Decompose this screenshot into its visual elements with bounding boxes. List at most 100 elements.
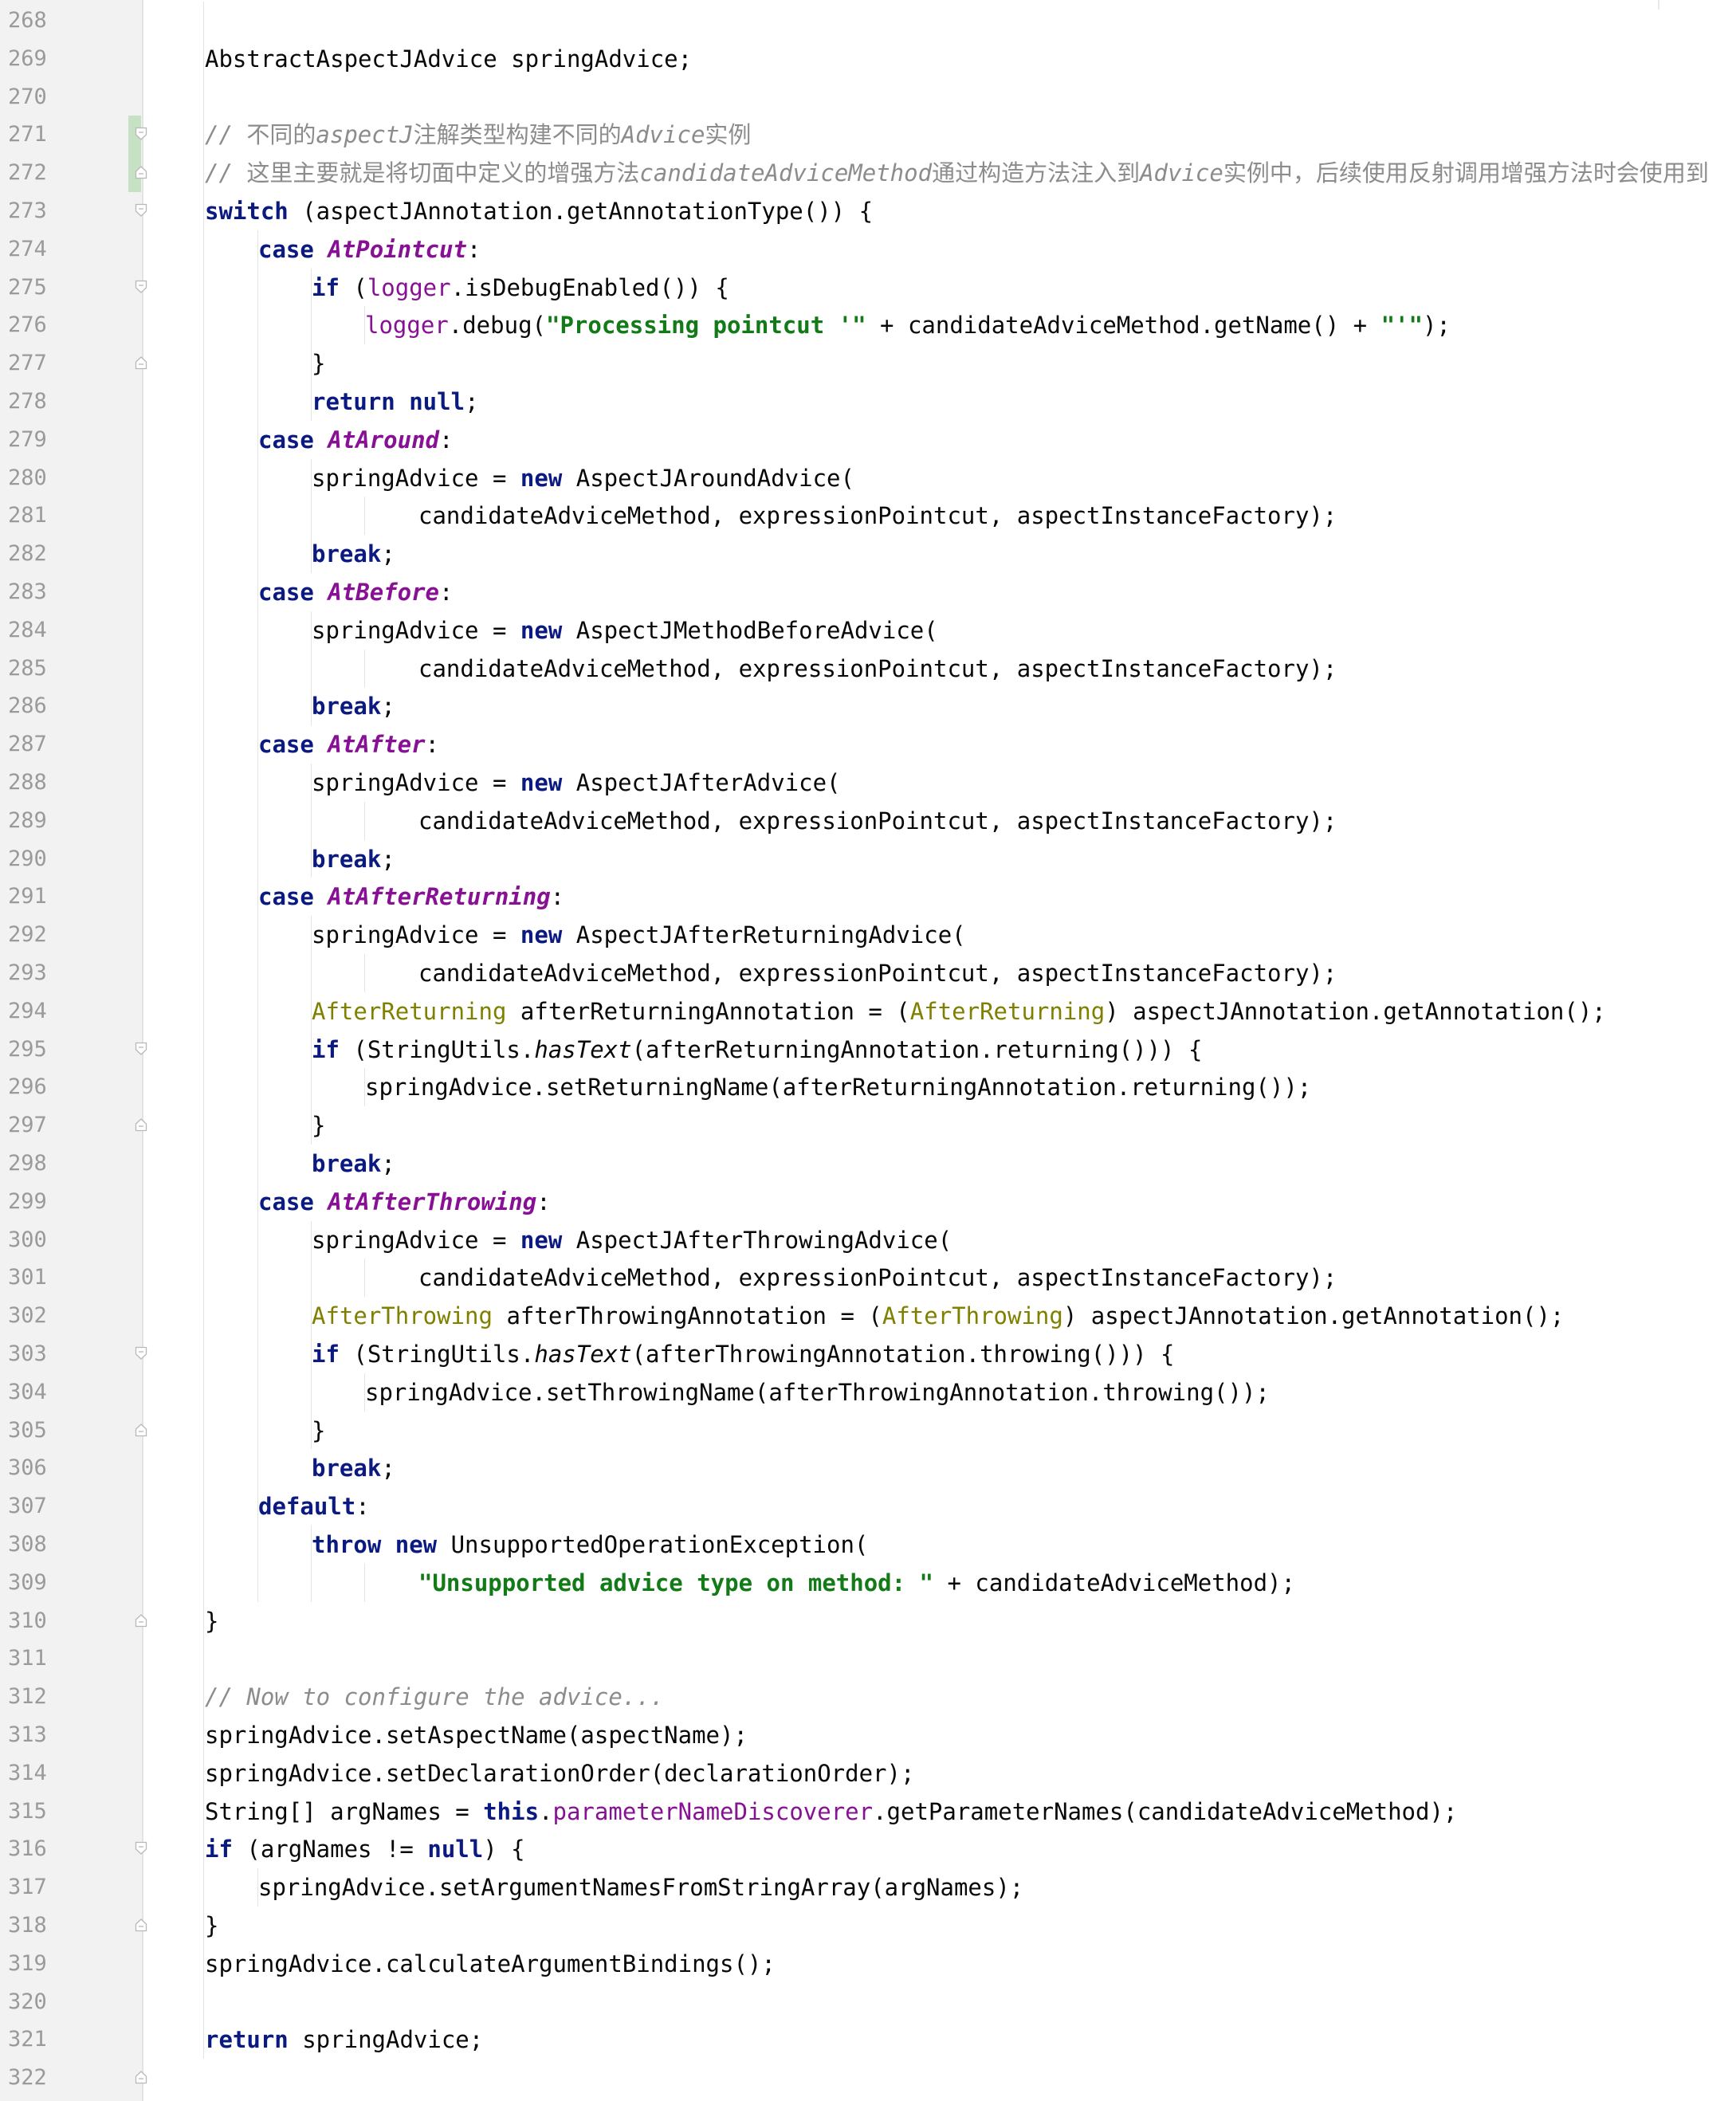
code-text[interactable]: break; (312, 1449, 395, 1487)
line-number[interactable]: 319 (8, 1945, 47, 1983)
line-number[interactable]: 286 (8, 687, 47, 725)
line-number[interactable]: 310 (8, 1602, 47, 1640)
code-line[interactable]: 317 springAdvice.setArgumentNamesFromStri… (0, 1868, 1736, 1907)
code-text[interactable]: case AtAfterThrowing: (258, 1183, 551, 1221)
code-text[interactable]: springAdvice = new AspectJMethodBeforeAd… (312, 611, 938, 650)
code-line[interactable]: 268 (0, 2, 1736, 40)
line-number[interactable]: 303 (8, 1335, 47, 1373)
code-line[interactable]: 287 case AtAfter: (0, 725, 1736, 764)
line-number[interactable]: 306 (8, 1449, 47, 1487)
scrollbar-marker[interactable] (1658, 0, 1659, 10)
line-number[interactable]: 302 (8, 1297, 47, 1335)
code-text[interactable]: if (logger.isDebugEnabled()) { (312, 269, 729, 307)
line-number[interactable]: 285 (8, 650, 47, 688)
fold-end-icon[interactable] (135, 355, 147, 370)
code-line[interactable]: 306 break; (0, 1449, 1736, 1487)
code-line[interactable]: 319 springAdvice.calculateArgumentBinding… (0, 1945, 1736, 1983)
code-text[interactable]: break; (312, 840, 395, 878)
code-line[interactable]: 288 springAdvice = new AspectJAfterAdvice… (0, 764, 1736, 802)
code-line[interactable]: 294 AfterReturning afterReturningAnnotati… (0, 992, 1736, 1031)
code-line[interactable]: 300 springAdvice = new AspectJAfterThrowi… (0, 1221, 1736, 1259)
line-number[interactable]: 320 (8, 1983, 47, 2021)
code-line[interactable]: 320 (0, 1983, 1736, 2021)
line-number[interactable]: 289 (8, 802, 47, 840)
code-line[interactable]: 289 candidateAdviceMethod, expressionPoin… (0, 802, 1736, 840)
code-text[interactable]: default: (258, 1487, 370, 1526)
code-text[interactable]: if (StringUtils.hasText(afterReturningAn… (312, 1031, 1202, 1069)
code-line[interactable]: 271 // 不同的aspectJ注解类型构建不同的Advice实例 (0, 116, 1736, 155)
code-line[interactable]: 309 "Unsupported advice type on method: "… (0, 1564, 1736, 1602)
code-line[interactable]: 318} (0, 1907, 1736, 1945)
line-number[interactable]: 312 (8, 1678, 47, 1716)
line-number[interactable]: 282 (8, 535, 47, 573)
code-text[interactable]: case AtBefore: (258, 573, 453, 611)
code-text[interactable]: springAdvice.setThrowingName(afterThrowi… (365, 1373, 1270, 1412)
fold-start-icon[interactable] (135, 203, 147, 218)
code-text[interactable]: AfterThrowing afterThrowingAnnotation = … (312, 1297, 1564, 1335)
line-number[interactable]: 304 (8, 1373, 47, 1412)
fold-end-icon[interactable] (135, 2070, 147, 2084)
code-line[interactable]: 293 candidateAdviceMethod, expressionPoin… (0, 954, 1736, 992)
code-line[interactable]: 279 case AtAround: (0, 421, 1736, 459)
fold-start-icon[interactable] (135, 127, 147, 141)
code-line[interactable]: 304 springAdvice.setThrowingName(afterThr… (0, 1373, 1736, 1412)
code-text[interactable]: candidateAdviceMethod, expressionPointcu… (418, 497, 1337, 535)
code-text[interactable]: springAdvice.setDeclarationOrder(declara… (205, 1754, 914, 1793)
code-line[interactable]: 284 springAdvice = new AspectJMethodBefor… (0, 611, 1736, 650)
line-number[interactable]: 291 (8, 878, 47, 916)
code-text[interactable]: } (205, 1907, 218, 1945)
code-text[interactable]: case AtAround: (258, 421, 453, 459)
code-text[interactable]: springAdvice = new AspectJAroundAdvice( (312, 459, 854, 497)
code-text[interactable]: candidateAdviceMethod, expressionPointcu… (418, 1259, 1337, 1297)
code-text[interactable]: candidateAdviceMethod, expressionPointcu… (418, 954, 1337, 992)
code-line[interactable]: 310} (0, 1602, 1736, 1640)
code-line[interactable]: 313 springAdvice.setAspectName(aspectName… (0, 1716, 1736, 1754)
code-line[interactable]: 321 return springAdvice; (0, 2020, 1736, 2059)
code-line[interactable]: 278 return null; (0, 383, 1736, 421)
line-number[interactable]: 280 (8, 459, 47, 497)
code-line[interactable]: 298 break; (0, 1145, 1736, 1183)
line-number[interactable]: 315 (8, 1793, 47, 1831)
line-number[interactable]: 276 (8, 306, 47, 344)
line-number[interactable]: 307 (8, 1487, 47, 1526)
line-number[interactable]: 305 (8, 1412, 47, 1450)
code-line[interactable]: 282 break; (0, 535, 1736, 573)
line-number[interactable]: 277 (8, 344, 47, 383)
code-text[interactable]: springAdvice.setAspectName(aspectName); (205, 1716, 748, 1754)
code-text[interactable]: springAdvice.calculateArgumentBindings()… (205, 1945, 776, 1983)
code-line[interactable]: 292 springAdvice = new AspectJAfterReturn… (0, 916, 1736, 954)
line-number[interactable]: 308 (8, 1526, 47, 1564)
line-number[interactable]: 321 (8, 2020, 47, 2059)
line-number[interactable]: 317 (8, 1868, 47, 1907)
line-number[interactable]: 271 (8, 116, 47, 154)
code-line[interactable]: 291 case AtAfterReturning: (0, 878, 1736, 916)
code-text[interactable]: springAdvice.setArgumentNamesFromStringA… (258, 1868, 1023, 1907)
code-line[interactable]: 302 AfterThrowing afterThrowingAnnotation… (0, 1297, 1736, 1335)
line-number[interactable]: 273 (8, 192, 47, 230)
code-line[interactable]: 299 case AtAfterThrowing: (0, 1183, 1736, 1221)
code-editor[interactable]: 268 269 AbstractAspectJAdvice springAdvice… (0, 0, 1736, 2101)
code-text[interactable]: candidateAdviceMethod, expressionPointcu… (418, 650, 1337, 688)
code-text[interactable]: springAdvice = new AspectJAfterThrowingA… (312, 1221, 952, 1259)
fold-end-icon[interactable] (135, 1117, 147, 1132)
code-text[interactable]: break; (312, 535, 395, 573)
code-text[interactable]: logger.debug("Processing pointcut '" + c… (365, 306, 1451, 344)
code-text[interactable]: return null; (312, 383, 479, 421)
line-number[interactable]: 272 (8, 154, 47, 192)
code-text[interactable]: springAdvice = new AspectJAfterReturning… (312, 916, 966, 954)
code-line[interactable]: 315 String[] argNames = this.parameterNam… (0, 1793, 1736, 1831)
code-line[interactable]: 270 (0, 78, 1736, 116)
code-line[interactable]: 314 springAdvice.setDeclarationOrder(decl… (0, 1754, 1736, 1793)
line-number[interactable]: 270 (8, 78, 47, 116)
code-line[interactable]: 290 break; (0, 840, 1736, 878)
fold-end-icon[interactable] (135, 1613, 147, 1628)
line-number[interactable]: 290 (8, 840, 47, 878)
code-line[interactable]: 308 throw new UnsupportedOperationExcepti… (0, 1526, 1736, 1564)
code-line[interactable]: 283 case AtBefore: (0, 573, 1736, 611)
line-number[interactable]: 318 (8, 1907, 47, 1945)
line-number[interactable]: 288 (8, 764, 47, 802)
code-text[interactable]: springAdvice = new AspectJAfterAdvice( (312, 764, 841, 802)
line-number[interactable]: 269 (8, 40, 47, 78)
code-line[interactable]: 322 (0, 2059, 1736, 2097)
code-line[interactable]: 307 default: (0, 1487, 1736, 1526)
